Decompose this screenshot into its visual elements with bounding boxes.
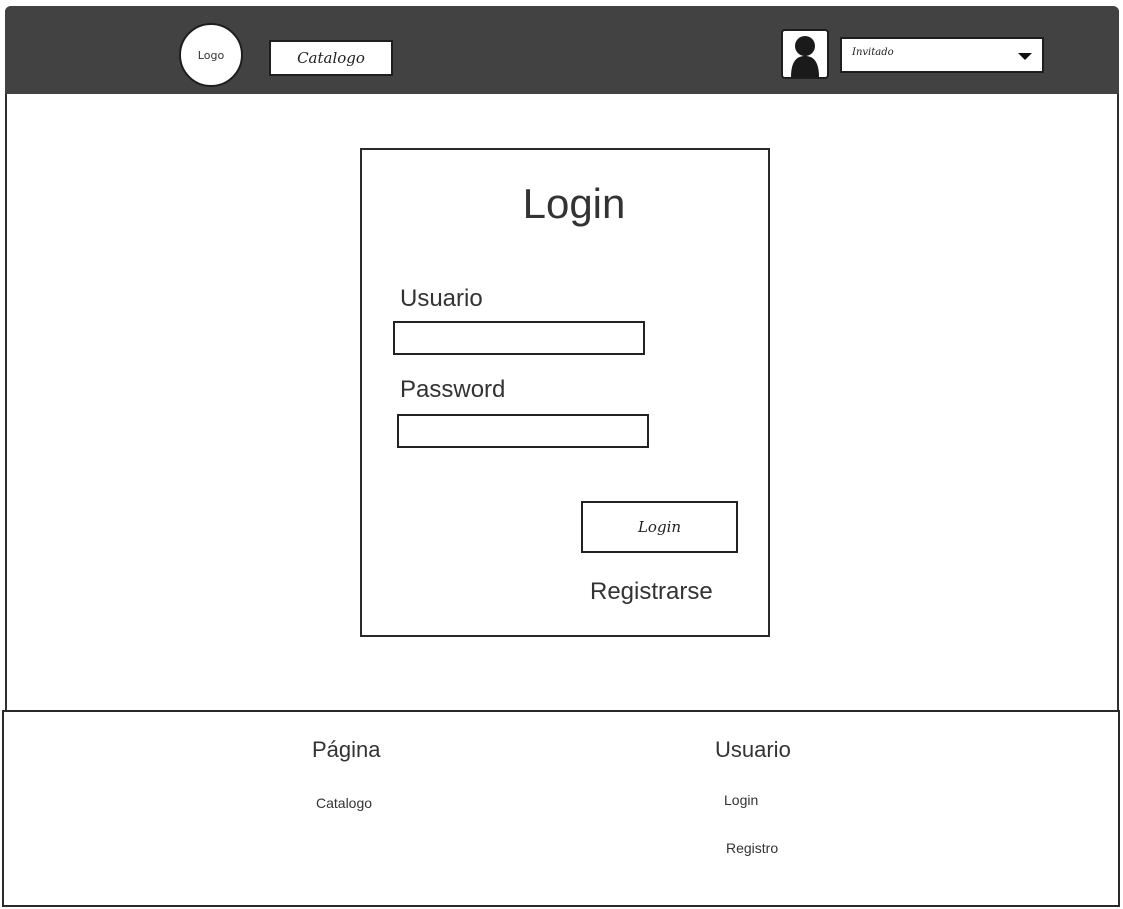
footer-pagina-title: Página [312, 737, 381, 762]
login-panel: Login Usuario Password Login Registrarse [360, 148, 770, 637]
footer: Página Catalogo Usuario Login Registro [2, 710, 1120, 907]
user-select-value: Invitado [852, 47, 894, 58]
footer-link-catalogo[interactable]: Catalogo [316, 795, 372, 811]
usuario-label: Usuario [400, 285, 483, 312]
login-title: Login [522, 180, 626, 227]
password-input[interactable] [397, 414, 649, 448]
header-bar: Logo Catalogo Invitado [5, 6, 1119, 94]
logo-text: Logo [197, 48, 225, 62]
footer-link-registro[interactable]: Registro [726, 840, 778, 856]
nav-catalogo-label: Catalogo [297, 49, 365, 67]
register-link[interactable]: Registrarse [590, 578, 713, 606]
user-role-select[interactable]: Invitado [840, 37, 1044, 73]
footer-link-login[interactable]: Login [724, 792, 758, 808]
login-button-label: Login [637, 518, 682, 536]
login-button[interactable]: Login [581, 501, 738, 553]
user-silhouette-icon [791, 36, 819, 77]
logo[interactable]: Logo [179, 23, 243, 87]
avatar[interactable] [781, 29, 829, 79]
usuario-input[interactable] [393, 321, 645, 355]
footer-usuario-title: Usuario [715, 737, 791, 762]
caret-down-icon [1018, 53, 1032, 60]
nav-catalogo-button[interactable]: Catalogo [269, 40, 393, 76]
password-label: Password [400, 376, 506, 403]
